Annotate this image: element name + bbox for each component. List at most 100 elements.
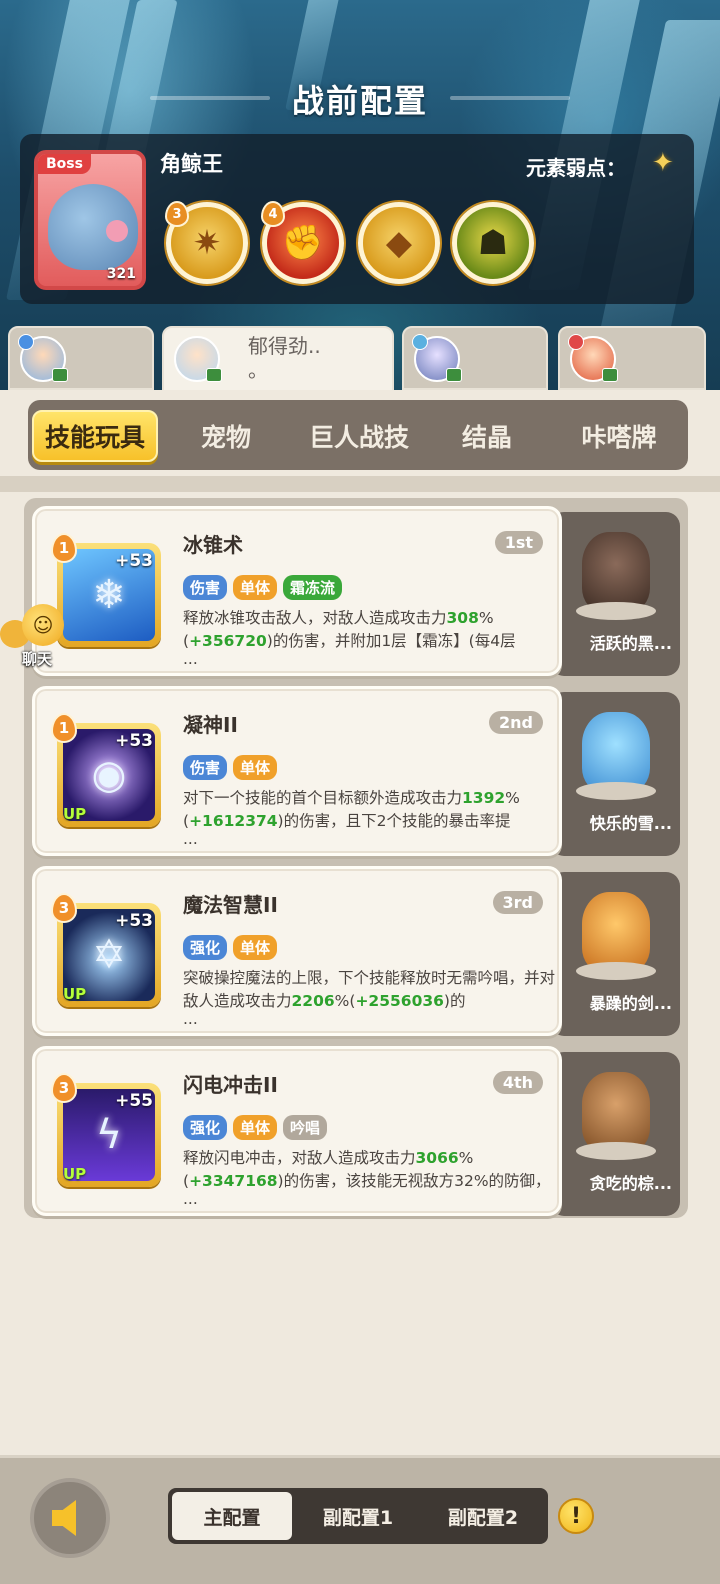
skill-row[interactable]: 活跃的黑... ❄ +53 1 冰锥术 1st 伤害 单体 霜冻流 释放冰锥攻击… (32, 506, 680, 676)
desc-text: )的 (443, 992, 466, 1010)
tag-damage: 伤害 (183, 755, 228, 780)
warning-icon[interactable]: ! (558, 1498, 594, 1534)
tab-pets[interactable]: 宠物 (168, 410, 284, 462)
skill-description: 释放闪电冲击，对敌人造成攻击力3066%(+3347168)的伤害，该技能无视敌… (183, 1147, 555, 1208)
snow-pet-figure (576, 712, 656, 800)
boss-skill-level: 3 (165, 201, 189, 227)
skill-tags: 伤害 单体 霜冻流 (183, 575, 343, 600)
desc-more: ... (183, 650, 198, 668)
desc-text: )的伤害，且下2个技能的暴击率提 (277, 812, 511, 830)
hero-mini-icon (206, 368, 222, 382)
chat-button[interactable]: ☺ 聊天 (0, 604, 72, 674)
desc-value: +1612374 (189, 812, 278, 830)
desc-more: ... (183, 1190, 198, 1208)
desc-text: 释放闪电冲击，对敌人造成攻击力 (183, 1149, 416, 1167)
pet-base (576, 1142, 656, 1160)
pet-slot[interactable]: 贪吃的棕... (550, 1052, 680, 1216)
desc-value: 1392 (462, 789, 506, 807)
hero-tab-2[interactable]: 郁得劲.. 。 (162, 326, 394, 396)
skill-up-badge: UP (63, 985, 87, 1003)
skill-row[interactable]: 贪吃的棕... ϟ +55 UP 3 闪电冲击II 4th 强化 单体 吟唱 释… (32, 1046, 680, 1216)
brown-bee-bear-pet-figure (576, 1072, 656, 1160)
yellow-star-icon[interactable]: ✦ (652, 148, 674, 178)
hero-avatar (568, 334, 618, 382)
skill-description: 释放冰锥攻击敌人，对敌人造成攻击力308%(+356720)的伤害，并附加1层【… (183, 607, 555, 668)
sword-cat-pet-figure (576, 892, 656, 980)
back-arrow-icon (52, 1500, 76, 1536)
skill-rank: 4th (492, 1071, 543, 1094)
skill-list[interactable]: 活跃的黑... ❄ +53 1 冰锥术 1st 伤害 单体 霜冻流 释放冰锥攻击… (24, 498, 688, 1218)
boss-skill-2[interactable]: ✊ 4 (261, 201, 344, 284)
hero-badge (18, 334, 34, 350)
page-title: 战前配置 (291, 82, 428, 120)
pet-name: 暴躁的剑... (589, 994, 672, 1013)
skill-card[interactable]: ❄ +53 1 冰锥术 1st 伤害 单体 霜冻流 释放冰锥攻击敌人，对敌人造成… (32, 506, 562, 676)
tag-single-target: 单体 (233, 935, 278, 960)
tag-buff: 强化 (183, 1115, 228, 1140)
skill-name: 冰锥术 (183, 533, 243, 557)
boss-card[interactable]: Boss 321 (34, 150, 146, 290)
desc-value: +3347168 (189, 1172, 278, 1190)
tag-frost-build: 霜冻流 (283, 575, 343, 600)
skill-description: 对下一个技能的首个目标额外造成攻击力1392%(+1612374)的伤害，且下2… (183, 787, 555, 848)
black-pig-pet-figure (576, 532, 656, 620)
tab-skill-toys[interactable]: 技能玩具 (32, 410, 158, 462)
hero-mini-icon (52, 368, 68, 382)
shadow-creature-icon: ☗ (477, 223, 509, 263)
skill-row[interactable]: 快乐的雪... ◉ +53 UP 1 凝神II 2nd 伤害 单体 对下一个技能… (32, 686, 680, 856)
tag-single-target: 单体 (233, 755, 278, 780)
tag-single-target: 单体 (233, 1115, 278, 1140)
desc-text: %( (334, 992, 356, 1010)
tag-buff: 强化 (183, 935, 228, 960)
tab-titan-skills[interactable]: 巨人战技 (294, 410, 424, 462)
tab-main-config[interactable]: 主配置 (172, 1492, 292, 1540)
skill-tags: 强化 单体 (183, 935, 278, 960)
skill-card[interactable]: ϟ +55 UP 3 闪电冲击II 4th 强化 单体 吟唱 释放闪电冲击，对敌… (32, 1046, 562, 1216)
skill-up-badge: UP (63, 805, 87, 823)
desc-text: )的伤害，该技能无视敌方32%的防御， (277, 1172, 551, 1190)
pet-slot[interactable]: 暴躁的剑... (550, 872, 680, 1036)
config-switcher: 主配置 副配置1 副配置2 (168, 1488, 548, 1544)
tab-sub-config-2[interactable]: 副配置2 (422, 1492, 544, 1540)
hero-tab-4[interactable] (558, 326, 706, 390)
skill-description: 突破操控魔法的上限，下个技能释放时无需吟唱，并对敌人造成攻击力2206%(+25… (183, 967, 555, 1027)
skill-plus-level: +53 (115, 551, 153, 571)
tab-cards[interactable]: 咔嗒牌 (554, 410, 684, 462)
skill-level-badge: 1 (51, 533, 77, 563)
hero-badge (568, 334, 584, 350)
pet-slot[interactable]: 快乐的雪... (550, 692, 680, 856)
tab-crystals[interactable]: 结晶 (432, 410, 542, 462)
tab-sub-config-1[interactable]: 副配置1 (298, 1492, 418, 1540)
skill-row[interactable]: 暴躁的剑... ✡ +53 UP 3 魔法智慧II 3rd 强化 单体 突破操控… (32, 866, 680, 1036)
hero-mini-icon (446, 368, 462, 382)
hero-mini-icon (602, 368, 618, 382)
desc-text: 释放冰锥攻击敌人，对敌人造成攻击力 (183, 609, 447, 627)
pet-base (576, 782, 656, 800)
pet-slot[interactable]: 活跃的黑... (550, 512, 680, 676)
skill-name: 闪电冲击II (183, 1073, 278, 1097)
back-button[interactable] (30, 1478, 110, 1558)
boss-skill-3[interactable]: ◆ (358, 202, 440, 284)
skill-name: 魔法智慧II (183, 893, 278, 917)
boss-panel: Boss 321 角鲸王 元素弱点： ✦ ✷ 3 ✊ 4 ◆ ☗ (20, 134, 694, 304)
skill-card[interactable]: ✡ +53 UP 3 魔法智慧II 3rd 强化 单体 突破操控魔法的上限，下个… (32, 866, 562, 1036)
config-sheet: 技能玩具 宠物 巨人战技 结晶 咔嗒牌 活跃的黑... ❄ +53 1 冰锥术 (0, 390, 720, 1455)
boss-level: 321 (106, 266, 136, 282)
skill-card[interactable]: ◉ +53 UP 1 凝神II 2nd 伤害 单体 对下一个技能的首个目标额外造… (32, 686, 562, 856)
skill-rank: 2nd (489, 711, 543, 734)
hero-tab-3[interactable] (402, 326, 548, 390)
pet-base (576, 602, 656, 620)
divider (0, 476, 720, 492)
boss-skill-1[interactable]: ✷ 3 (165, 201, 248, 284)
chat-label: 聊天 (22, 650, 53, 668)
hero-tab-1[interactable] (8, 326, 154, 390)
desc-more: ... (183, 830, 198, 848)
skill-plus-level: +55 (115, 1091, 153, 1111)
boss-name: 角鲸王 (160, 152, 223, 176)
skill-level-badge: 3 (51, 1073, 77, 1103)
skill-plus-level: +53 (115, 911, 153, 931)
boss-skill-4[interactable]: ☗ (452, 202, 534, 284)
category-tab-bar: 技能玩具 宠物 巨人战技 结晶 咔嗒牌 (28, 400, 688, 470)
skill-tags: 伤害 单体 (183, 755, 278, 780)
tag-damage: 伤害 (183, 575, 228, 600)
